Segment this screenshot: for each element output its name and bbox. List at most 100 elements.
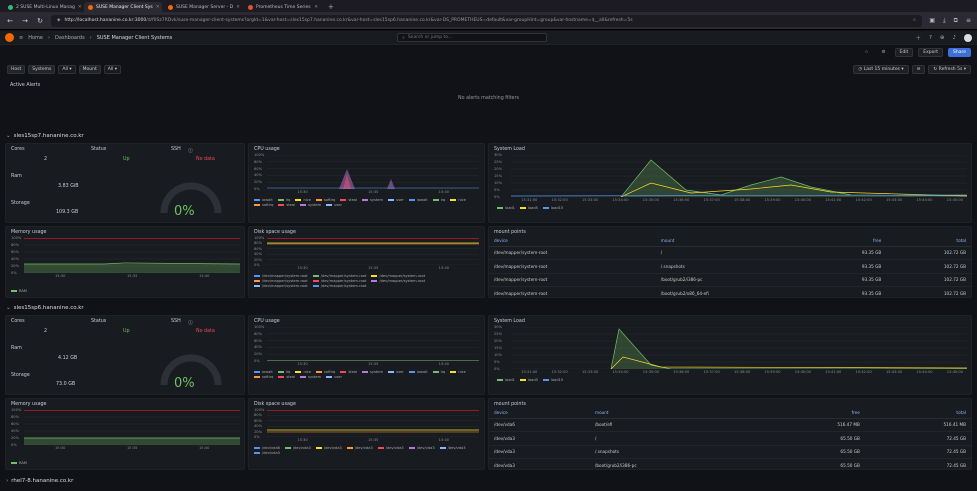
legend-item[interactable]: irq	[277, 370, 290, 374]
legend-item[interactable]: /dev/mapper/system-root	[371, 274, 425, 278]
mount-variable-select[interactable]: All ▾	[103, 65, 122, 74]
url-bar[interactable]: ◈ http://localhost.hananine.co.kr:3000 /…	[51, 14, 923, 27]
help-icon[interactable]: ?	[929, 35, 932, 41]
legend-item[interactable]: system	[300, 375, 321, 379]
legend-item[interactable]: nice	[295, 370, 311, 374]
breadcrumb-home[interactable]: Home	[28, 35, 43, 41]
legend-item[interactable]: user	[388, 198, 404, 202]
legend-item[interactable]: /dev/vda3	[284, 446, 311, 450]
legend-item[interactable]: /dev/vda6	[254, 446, 280, 450]
legend-item[interactable]: system	[300, 203, 321, 207]
legend-item[interactable]: load1	[497, 378, 515, 382]
legend-item[interactable]: /dev/mapper/system-root	[312, 274, 366, 278]
legend-item[interactable]: /dev/vda3	[254, 451, 280, 455]
pocket-icon[interactable]: ▣	[929, 17, 935, 25]
star-icon[interactable]: ☆	[912, 18, 916, 23]
row-header[interactable]: › rhel7-8.hananine.co.kr	[6, 478, 73, 484]
column-header[interactable]: device	[489, 408, 590, 419]
legend-item[interactable]: /dev/mapper/system-root	[254, 284, 308, 288]
legend-item[interactable]: steal	[340, 370, 357, 374]
column-header[interactable]: free	[808, 236, 887, 247]
back-icon[interactable]: ←	[6, 17, 14, 25]
browser-tab[interactable]: SUSE Manager Client Sys ✕	[84, 2, 162, 12]
legend-item[interactable]: /dev/mapper/system-root	[254, 274, 308, 278]
row-header[interactable]: ⌄ sles15sp6.hananine.co.kr	[6, 305, 84, 311]
legend-item[interactable]: load15	[542, 378, 563, 382]
legend-item[interactable]: iowait	[254, 198, 273, 202]
avatar[interactable]	[964, 33, 972, 42]
legend-item[interactable]: /dev/mapper/system-root	[312, 279, 366, 283]
legend-item[interactable]: RAM	[11, 461, 27, 465]
legend-item[interactable]: user	[388, 370, 404, 374]
search-input[interactable]: ⌕ Search or jump to...	[397, 33, 548, 42]
legend-item[interactable]: softirq	[254, 203, 273, 207]
legend-item[interactable]: steal	[340, 198, 357, 202]
browser-tab[interactable]: 2 SUSE Multi-Linux Manag ✕	[4, 2, 82, 12]
host-variable[interactable]: Host	[7, 65, 26, 74]
legend-item[interactable]: load5	[519, 206, 538, 210]
reload-icon[interactable]: ↻	[36, 17, 44, 25]
edit-button[interactable]: Edit	[894, 47, 914, 57]
legend-item[interactable]: steal	[278, 203, 295, 207]
legend-item[interactable]: load1	[497, 206, 515, 210]
column-header[interactable]: total	[864, 408, 971, 419]
breadcrumb-dashboards[interactable]: Dashboards	[55, 35, 85, 41]
legend-item[interactable]: nice	[450, 198, 466, 202]
info-icon[interactable]: ⓘ	[188, 147, 193, 154]
browser-tab[interactable]: Prometheus Time Series ✕	[244, 2, 322, 12]
legend-item[interactable]: /dev/vda3	[346, 446, 373, 450]
close-icon[interactable]: ✕	[314, 5, 318, 10]
news-icon[interactable]: ⊕	[940, 35, 945, 41]
row-header[interactable]: ⌄ sles15sp7.hananine.co.kr	[6, 133, 84, 139]
extensions-icon[interactable]: ⧉	[954, 17, 958, 25]
legend-item[interactable]: softirq	[254, 375, 273, 379]
legend-item[interactable]: /dev/mapper/system-root	[254, 279, 308, 283]
menu-icon[interactable]: ≡	[966, 17, 971, 25]
bell-icon[interactable]: ♪	[952, 35, 956, 41]
legend-item[interactable]: /dev/mapper/system-root	[312, 284, 366, 288]
legend-item[interactable]: user	[326, 203, 342, 207]
browser-tab[interactable]: SUSE Manager Server - D ✕	[164, 2, 242, 12]
legend-item[interactable]: iowait	[254, 370, 273, 374]
legend-item[interactable]: iowait	[408, 370, 428, 374]
info-icon[interactable]: ⓘ	[188, 319, 193, 326]
legend-item[interactable]: irq	[432, 198, 445, 202]
forward-icon[interactable]: →	[21, 17, 29, 25]
legend-item[interactable]: /dev/vda3	[315, 446, 342, 450]
column-header[interactable]: mount	[655, 236, 809, 247]
legend-item[interactable]: /dev/mapper/system-root	[371, 279, 425, 283]
time-range-picker[interactable]: ◷ Last 15 minutes ▾	[853, 65, 909, 74]
legend-item[interactable]: iowait	[408, 198, 428, 202]
zoom-out-button[interactable]: ⊖	[911, 65, 926, 74]
close-icon[interactable]: ✕	[78, 5, 82, 10]
close-icon[interactable]: ✕	[156, 5, 160, 10]
legend-item[interactable]: softirq	[315, 198, 335, 202]
plus-icon[interactable]: ＋	[915, 34, 921, 42]
legend-item[interactable]: load15	[542, 206, 563, 210]
legend-item[interactable]: nice	[295, 198, 311, 202]
legend-item[interactable]: /dev/vda3	[408, 446, 435, 450]
legend-item[interactable]: irq	[277, 198, 290, 202]
systems-variable-select[interactable]: All ▾	[58, 65, 76, 74]
share-button[interactable]: Share	[948, 47, 971, 57]
legend-item[interactable]: steal	[278, 375, 295, 379]
column-header[interactable]: total	[886, 236, 971, 247]
legend-item[interactable]: /dev/vda3	[439, 446, 466, 450]
column-header[interactable]: mount	[589, 408, 759, 419]
menu-toggle-icon[interactable]: ≡	[19, 35, 23, 41]
star-dashboard-icon[interactable]: ☆	[860, 48, 872, 57]
legend-item[interactable]: irq	[432, 370, 445, 374]
close-icon[interactable]: ✕	[236, 5, 240, 10]
legend-item[interactable]: nice	[450, 370, 466, 374]
legend-item[interactable]: RAM	[11, 289, 27, 293]
legend-item[interactable]: user	[326, 375, 342, 379]
settings-icon[interactable]: ⚙	[878, 48, 890, 57]
refresh-button[interactable]: ↻ Refresh 5s ▾	[928, 65, 971, 74]
new-tab-icon[interactable]: +	[324, 2, 338, 12]
column-header[interactable]: free	[758, 408, 865, 419]
column-header[interactable]: device	[489, 236, 656, 247]
legend-item[interactable]: load5	[519, 378, 538, 382]
legend-item[interactable]: /dev/vda3	[377, 446, 404, 450]
legend-item[interactable]: system	[362, 370, 383, 374]
download-icon[interactable]: ⤓	[943, 17, 946, 25]
